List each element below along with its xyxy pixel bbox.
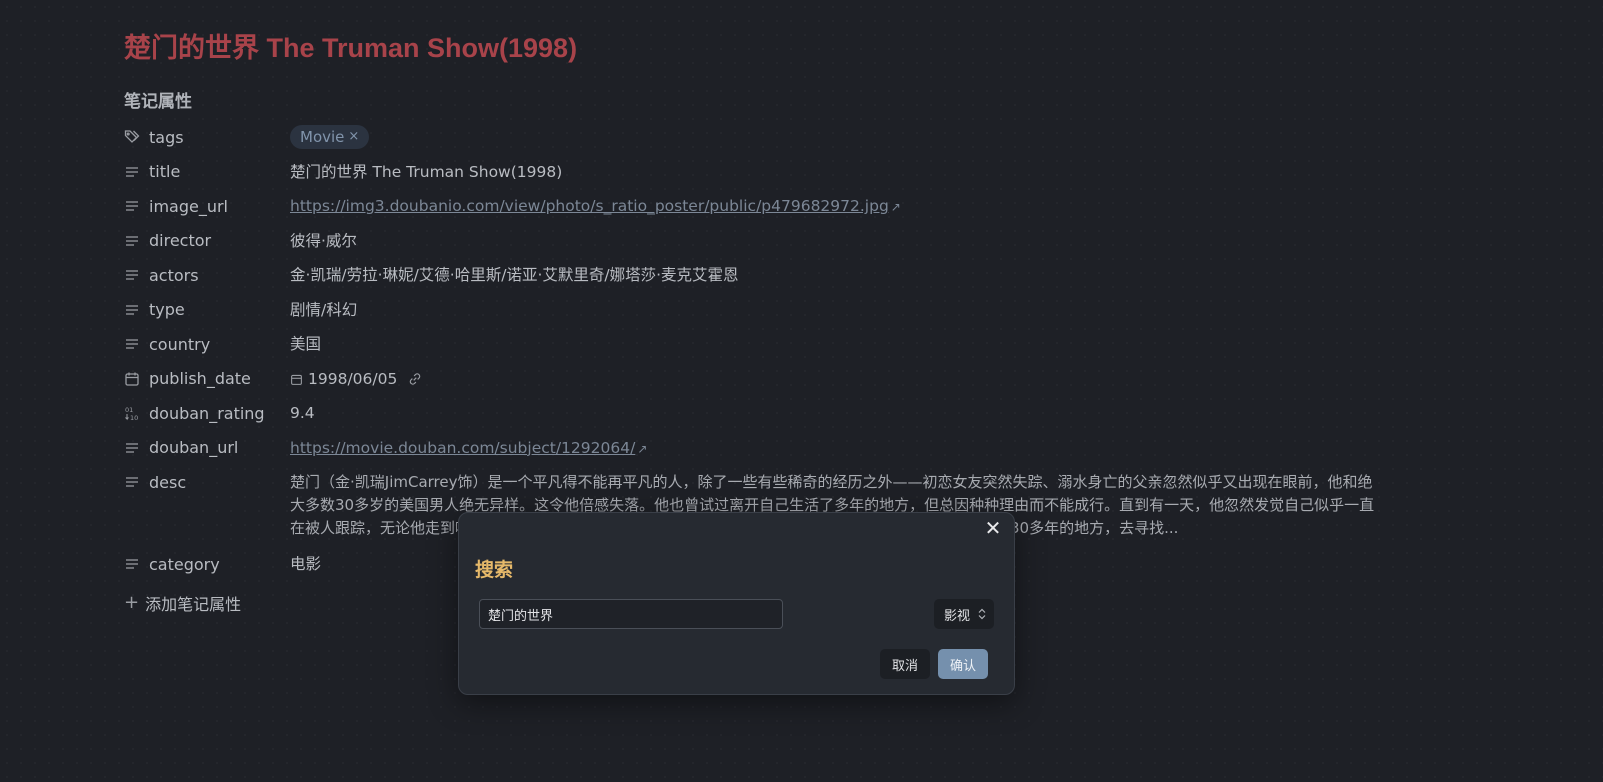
property-value-type[interactable]: 剧情/科幻 [290,295,1384,325]
date-value[interactable]: 1998/06/05 [308,370,397,388]
douban-url-link[interactable]: https://movie.douban.com/subject/1292064… [290,439,635,457]
plus-icon: + [124,592,140,613]
chevron-up-down-icon [978,608,986,620]
add-property-label: 添加笔记属性 [145,594,242,614]
text-icon [124,302,140,318]
property-value-image-url: https://img3.doubanio.com/view/photo/s_r… [290,191,1384,222]
property-key-label: desc [149,472,187,492]
type-select-value: 影视 [943,608,970,624]
add-property-button[interactable]: + 添加笔记属性 [124,588,241,618]
property-row-image-url: image_url https://img3.doubanio.com/view… [124,191,1384,226]
property-key-label: image_url [149,196,228,216]
text-icon [124,198,140,214]
property-row-douban-url: douban_url https://movie.douban.com/subj… [124,433,1384,468]
text-icon [124,164,140,180]
property-key-douban-url[interactable]: douban_url [124,433,290,463]
property-key-image-url[interactable]: image_url [124,191,290,221]
property-key-type[interactable]: type [124,295,290,325]
property-value-douban-rating[interactable]: 9.4 [290,398,1384,428]
property-key-label: douban_rating [149,403,265,423]
property-key-country[interactable]: country [124,329,290,359]
image-url-link[interactable]: https://img3.doubanio.com/view/photo/s_r… [290,197,889,215]
property-key-actors[interactable]: actors [124,260,290,290]
property-key-label: douban_url [149,438,239,457]
svg-text:01: 01 [125,406,133,414]
external-link-icon: ↗ [890,200,901,214]
property-row-publish-date: publish_date 1998/06/05 [124,364,1384,399]
page: 楚门的世界 The Truman Show(1998) 笔记属性 tags Mo… [0,0,1603,782]
svg-text:10: 10 [130,414,138,421]
search-dialog: ✕ 搜索 影视 取消 确认 [458,512,1015,695]
property-value-publish-date[interactable]: 1998/06/05 [290,364,1384,396]
property-key-tags[interactable]: tags [124,122,290,152]
text-icon [124,336,140,352]
property-key-label: publish_date [149,369,251,388]
properties-heading[interactable]: 笔记属性 [124,90,1384,114]
text-icon [124,440,140,456]
property-key-label: title [149,162,181,181]
calendar-icon [124,371,140,387]
property-value-director[interactable]: 彼得·威尔 [290,226,1384,256]
remove-tag-icon[interactable]: × [348,125,359,149]
confirm-button[interactable]: 确认 [937,649,988,679]
property-value-douban-url: https://movie.douban.com/subject/1292064… [290,433,1384,464]
number-icon: 01 10 [124,405,140,421]
cancel-button[interactable]: 取消 [879,649,930,679]
note-title[interactable]: 楚门的世界 The Truman Show(1998) [124,28,1384,68]
property-key-publish-date[interactable]: publish_date [124,364,290,394]
property-row-country: country 美国 [124,329,1384,364]
tag-pill[interactable]: Movie × [290,125,370,149]
property-row-director: director 彼得·威尔 [124,226,1384,261]
property-row-actors: actors 金·凯瑞/劳拉·琳妮/艾德·哈里斯/诺亚·艾默里奇/娜塔莎·麦克艾… [124,260,1384,295]
property-row-tags: tags Movie × [124,122,1384,157]
text-icon [124,556,140,572]
property-value-tags[interactable]: Movie × [290,122,1384,152]
property-row-type: type 剧情/科幻 [124,295,1384,330]
property-key-label: actors [149,265,199,285]
dialog-title: 搜索 [475,559,514,581]
tag-icon [124,129,140,145]
external-link-icon: ↗ [637,441,648,456]
property-value-country[interactable]: 美国 [290,329,1384,359]
property-key-category[interactable]: category [124,549,290,579]
property-key-label: director [149,231,212,250]
search-input[interactable] [479,599,783,629]
property-key-desc[interactable]: desc [124,467,290,497]
property-row-douban-rating: 01 10 douban_rating 9.4 [124,398,1384,433]
text-icon [124,233,140,249]
type-select[interactable]: 影视 [933,599,994,629]
property-key-label: country [149,334,211,354]
property-value-title[interactable]: 楚门的世界 The Truman Show(1998) [290,157,1384,187]
property-value-actors[interactable]: 金·凯瑞/劳拉·琳妮/艾德·哈里斯/诺亚·艾默里奇/娜塔莎·麦克艾霍恩 [290,260,1384,290]
text-icon [124,474,140,490]
property-key-director[interactable]: director [124,226,290,256]
property-row-title: title 楚门的世界 The Truman Show(1998) [124,157,1384,192]
property-key-label: type [149,300,185,319]
date-icon [290,366,303,396]
text-icon [124,267,140,283]
link-icon[interactable] [408,366,422,396]
property-key-title[interactable]: title [124,157,290,187]
tag-label: Movie [300,128,345,146]
property-key-douban-rating[interactable]: 01 10 douban_rating [124,398,290,428]
property-key-label: category [149,554,220,574]
close-icon[interactable]: ✕ [982,516,1004,540]
property-key-label: tags [149,127,184,147]
